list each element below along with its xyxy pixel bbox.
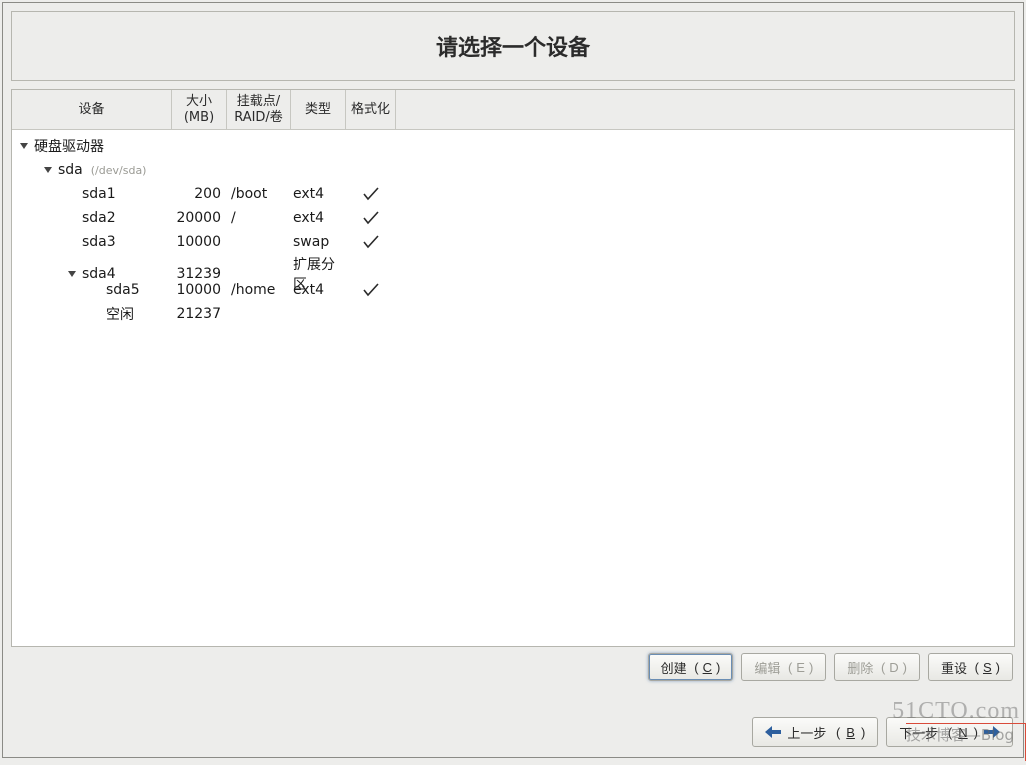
check-icon: [362, 282, 380, 298]
partition-size: 21237: [172, 306, 227, 322]
partition-format: [346, 186, 396, 202]
tree-row-root[interactable]: 硬盘驱动器: [12, 134, 1014, 158]
partition-format: [346, 210, 396, 226]
tree-row-partition[interactable]: sda2 20000/ext4: [12, 206, 1014, 230]
partition-size: 20000: [172, 210, 227, 226]
partition-type: swap: [291, 234, 346, 250]
partition-size: 200: [172, 186, 227, 202]
partition-name: sda2: [82, 210, 116, 226]
back-button[interactable]: 上一步 (B): [752, 717, 878, 747]
expander-open-icon[interactable]: [18, 140, 30, 152]
tree-body[interactable]: 硬盘驱动器 sda (/dev/sda) sda1200/bootext4sda…: [12, 130, 1014, 326]
partition-name: sda3: [82, 234, 116, 250]
col-type[interactable]: 类型: [291, 90, 346, 129]
arrow-left-icon: [765, 726, 781, 738]
expander-open-icon[interactable]: [66, 268, 78, 280]
root-label: 硬盘驱动器: [34, 136, 104, 156]
tree-row-disk[interactable]: sda (/dev/sda): [12, 158, 1014, 182]
tree-header-row: 设备 大小 (MB) 挂载点/ RAID/卷 类型 格式化: [12, 90, 1014, 130]
action-button-row: 创建 (C) 编辑 (E) 删除 (D) 重设 (S): [11, 653, 1015, 681]
partition-name: sda5: [106, 282, 140, 298]
partition-type: ext4: [291, 282, 346, 298]
col-size[interactable]: 大小 (MB): [172, 90, 227, 129]
check-icon: [362, 210, 380, 226]
partition-mount: /boot: [227, 186, 291, 202]
tree-row-partition[interactable]: 空闲 21237: [12, 302, 1014, 326]
next-button[interactable]: 下一步 (N): [886, 717, 1013, 747]
partition-name: sda4: [82, 266, 116, 282]
partition-type: ext4: [291, 186, 346, 202]
partition-mount: /home: [227, 282, 291, 298]
partition-type: ext4: [291, 210, 346, 226]
check-icon: [362, 186, 380, 202]
partition-size: 10000: [172, 234, 227, 250]
partition-format: [346, 282, 396, 298]
create-button[interactable]: 创建 (C): [648, 653, 734, 681]
edit-button: 编辑 (E): [741, 653, 826, 681]
tree-row-partition[interactable]: sda1 200/bootext4: [12, 182, 1014, 206]
partition-name: sda1: [82, 186, 116, 202]
reset-button[interactable]: 重设 (S): [928, 653, 1013, 681]
delete-button: 删除 (D): [834, 653, 920, 681]
col-device[interactable]: 设备: [12, 90, 172, 129]
partition-size: 31239: [172, 266, 227, 282]
installer-window: 请选择一个设备 设备 大小 (MB) 挂载点/ RAID/卷 类型 格式化 硬盘…: [2, 2, 1024, 758]
expander-open-icon[interactable]: [42, 164, 54, 176]
col-mount[interactable]: 挂载点/ RAID/卷: [227, 90, 291, 129]
partition-format: [346, 234, 396, 250]
col-spacer: [396, 90, 1014, 129]
tree-row-partition[interactable]: sda431239扩展分区: [12, 254, 1014, 278]
partition-size: 10000: [172, 282, 227, 298]
tree-row-partition[interactable]: sda3 10000 swap: [12, 230, 1014, 254]
partition-tree-panel: 设备 大小 (MB) 挂载点/ RAID/卷 类型 格式化 硬盘驱动器: [11, 89, 1015, 647]
disk-name: sda: [58, 162, 83, 178]
partition-mount: /: [227, 210, 291, 226]
disk-path: (/dev/sda): [91, 164, 147, 177]
title-panel: 请选择一个设备: [11, 11, 1015, 81]
arrow-right-icon: [984, 726, 1000, 738]
page-title: 请选择一个设备: [436, 30, 590, 62]
col-format[interactable]: 格式化: [346, 90, 396, 129]
tree-row-partition[interactable]: sda5 10000/homeext4: [12, 278, 1014, 302]
nav-button-row: 上一步 (B) 下一步 (N): [752, 717, 1013, 747]
check-icon: [362, 234, 380, 250]
partition-name: 空闲: [106, 304, 134, 324]
